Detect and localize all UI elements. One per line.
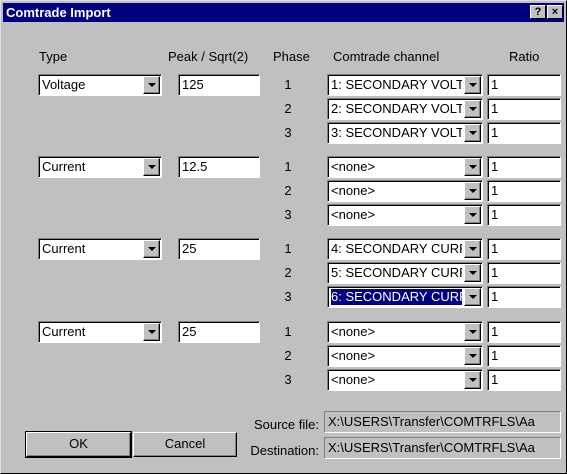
chevron-down-icon[interactable] — [464, 182, 481, 200]
ratio-input[interactable]: 1 — [487, 262, 561, 284]
ratio-input[interactable]: 1 — [487, 98, 561, 120]
type-select-value: Current — [42, 159, 86, 174]
chevron-down-icon[interactable] — [464, 288, 481, 306]
header-ratio: Ratio — [509, 49, 540, 64]
phase-label: 2 — [284, 101, 292, 116]
help-button[interactable]: ? — [530, 5, 546, 19]
peak-input[interactable]: 12.5 — [178, 156, 260, 178]
chevron-down-icon[interactable] — [464, 347, 481, 365]
phase-label: 3 — [284, 207, 292, 222]
ratio-input[interactable]: 1 — [487, 204, 561, 226]
type-select[interactable]: Current — [38, 238, 162, 260]
phase-label: 3 — [284, 372, 292, 387]
channel-select-value: 5: SECONDARY CURRENT — [331, 265, 462, 280]
phase-label: 2 — [284, 183, 292, 198]
ratio-input[interactable]: 1 — [487, 180, 561, 202]
channel-select[interactable]: <none> — [327, 180, 483, 202]
chevron-down-icon[interactable] — [464, 371, 481, 389]
channel-select[interactable]: <none> — [327, 321, 483, 343]
type-select[interactable]: Current — [38, 156, 162, 178]
channel-select-value: <none> — [331, 348, 376, 363]
phase-label: 2 — [284, 348, 292, 363]
destination-field: X:\USERS\Transfer\COMTRFLS\Aa — [324, 437, 561, 459]
channel-select-value: 4: SECONDARY CURRENT — [331, 241, 462, 256]
source-file-field: X:\USERS\Transfer\COMTRFLS\Aa — [324, 411, 561, 433]
phase-label: 3 — [284, 289, 292, 304]
ratio-input[interactable]: 1 — [487, 238, 561, 260]
channel-select-value: 6: SECONDARY CURRENT — [330, 288, 463, 306]
chevron-down-icon[interactable] — [464, 76, 481, 94]
channel-select[interactable]: <none> — [327, 204, 483, 226]
channel-select-value: 1: SECONDARY VOLTAGE — [331, 77, 462, 92]
phase-label: 3 — [284, 125, 292, 140]
channel-select[interactable]: 4: SECONDARY CURRENT — [327, 238, 483, 260]
channel-select[interactable]: 3: SECONDARY VOLTAGE — [327, 122, 483, 144]
channel-select-value: <none> — [331, 183, 376, 198]
chevron-down-icon[interactable] — [464, 323, 481, 341]
chevron-down-icon[interactable] — [143, 240, 160, 258]
ratio-input[interactable]: 1 — [487, 345, 561, 367]
chevron-down-icon[interactable] — [143, 323, 160, 341]
ok-button[interactable]: OK — [25, 431, 132, 458]
header-peak: Peak / Sqrt(2) — [168, 49, 249, 64]
chevron-down-icon[interactable] — [143, 158, 160, 176]
phase-label: 1 — [284, 241, 292, 256]
ratio-input[interactable]: 1 — [487, 156, 561, 178]
chevron-down-icon[interactable] — [464, 206, 481, 224]
close-button[interactable]: × — [547, 5, 563, 19]
ratio-input[interactable]: 1 — [487, 369, 561, 391]
header-phase: Phase — [273, 49, 310, 64]
dialog-title: Comtrade Import — [6, 5, 111, 20]
type-select-value: Current — [42, 241, 86, 256]
ratio-input[interactable]: 1 — [487, 74, 561, 96]
channel-select-value: 2: SECONDARY VOLTAGE — [331, 101, 462, 116]
chevron-down-icon[interactable] — [464, 124, 481, 142]
header-channel: Comtrade channel — [333, 49, 440, 64]
channel-select[interactable]: 5: SECONDARY CURRENT — [327, 262, 483, 284]
channel-select-value: <none> — [331, 207, 376, 222]
destination-label: Destination: — [250, 443, 319, 458]
source-file-label: Source file: — [253, 417, 319, 432]
chevron-down-icon[interactable] — [464, 240, 481, 258]
channel-select[interactable]: 6: SECONDARY CURRENT — [327, 286, 483, 308]
type-select[interactable]: Current — [38, 321, 162, 343]
peak-input[interactable]: 25 — [178, 238, 260, 260]
peak-input[interactable]: 25 — [178, 321, 260, 343]
chevron-down-icon[interactable] — [143, 76, 160, 94]
ratio-input[interactable]: 1 — [487, 321, 561, 343]
peak-input[interactable]: 125 — [178, 74, 260, 96]
channel-select-value: <none> — [331, 159, 376, 174]
channel-select[interactable]: 1: SECONDARY VOLTAGE — [327, 74, 483, 96]
channel-select-value: <none> — [331, 324, 376, 339]
title-bar: Comtrade Import ? × — [3, 3, 564, 22]
type-select-value: Voltage — [42, 77, 86, 92]
channel-select[interactable]: <none> — [327, 369, 483, 391]
phase-label: 1 — [284, 324, 292, 339]
ratio-input[interactable]: 1 — [487, 122, 561, 144]
cancel-button[interactable]: Cancel — [133, 432, 237, 457]
phase-label: 1 — [284, 77, 292, 92]
channel-select-value: 3: SECONDARY VOLTAGE — [331, 125, 462, 140]
comtrade-import-dialog: Comtrade Import ? × Type Peak / Sqrt(2) … — [0, 0, 567, 474]
channel-select[interactable]: <none> — [327, 156, 483, 178]
phase-label: 2 — [284, 265, 292, 280]
header-type: Type — [39, 49, 68, 64]
chevron-down-icon[interactable] — [464, 158, 481, 176]
channel-select[interactable]: <none> — [327, 345, 483, 367]
channel-select[interactable]: 2: SECONDARY VOLTAGE — [327, 98, 483, 120]
chevron-down-icon[interactable] — [464, 264, 481, 282]
type-select-value: Current — [42, 324, 86, 339]
ratio-input[interactable]: 1 — [487, 286, 561, 308]
type-select[interactable]: Voltage — [38, 74, 162, 96]
chevron-down-icon[interactable] — [464, 100, 481, 118]
channel-select-value: <none> — [331, 372, 376, 387]
phase-label: 1 — [284, 159, 292, 174]
